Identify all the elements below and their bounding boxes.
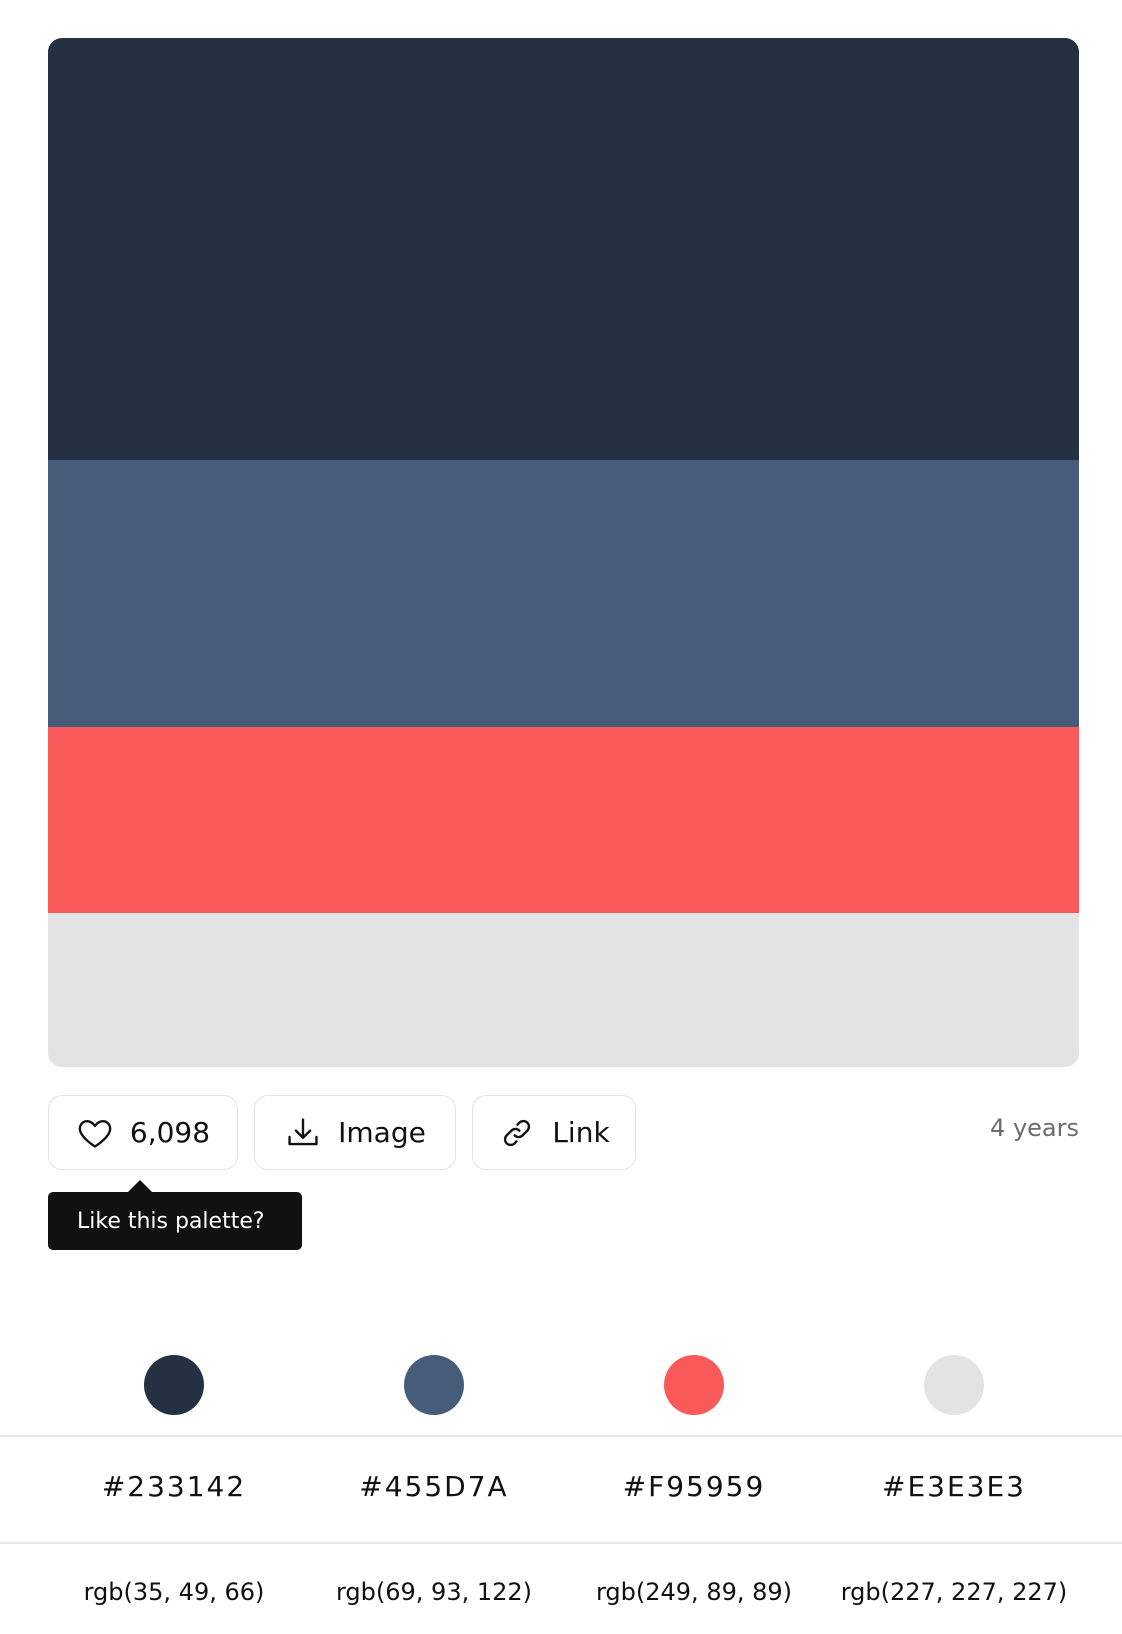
rgb-code[interactable]: rgb(35, 49, 66) bbox=[44, 1578, 304, 1606]
palette-age: 4 years bbox=[990, 1114, 1079, 1142]
copy-link-label: Link bbox=[552, 1116, 610, 1149]
download-image-button[interactable]: Image bbox=[254, 1095, 456, 1170]
heart-icon bbox=[76, 1114, 114, 1152]
download-icon bbox=[284, 1114, 322, 1152]
like-button[interactable]: 6,098 bbox=[48, 1095, 238, 1170]
copy-link-button[interactable]: Link bbox=[472, 1095, 636, 1170]
color-dot[interactable] bbox=[404, 1355, 464, 1415]
palette-swatch[interactable] bbox=[48, 38, 1079, 460]
color-dot[interactable] bbox=[664, 1355, 724, 1415]
like-tooltip-text: Like this palette? bbox=[77, 1208, 265, 1234]
hex-code[interactable]: #455D7A bbox=[304, 1470, 564, 1503]
palette-swatch[interactable] bbox=[48, 913, 1079, 1067]
hex-code[interactable]: #233142 bbox=[44, 1470, 304, 1503]
like-tooltip: Like this palette? bbox=[48, 1180, 302, 1250]
link-icon bbox=[498, 1114, 536, 1152]
hex-code[interactable]: #F95959 bbox=[564, 1470, 824, 1503]
color-dot[interactable] bbox=[144, 1355, 204, 1415]
palette-preview bbox=[48, 38, 1079, 1067]
rgb-code[interactable]: rgb(227, 227, 227) bbox=[824, 1578, 1084, 1606]
rgb-code[interactable]: rgb(69, 93, 122) bbox=[304, 1578, 564, 1606]
palette-swatch[interactable] bbox=[48, 460, 1079, 727]
palette-swatch[interactable] bbox=[48, 727, 1079, 913]
download-image-label: Image bbox=[338, 1116, 426, 1149]
rgb-code[interactable]: rgb(249, 89, 89) bbox=[564, 1578, 824, 1606]
divider bbox=[0, 1435, 1122, 1437]
hex-code[interactable]: #E3E3E3 bbox=[824, 1470, 1084, 1503]
color-dot[interactable] bbox=[924, 1355, 984, 1415]
divider bbox=[0, 1542, 1122, 1544]
like-count: 6,098 bbox=[129, 1116, 211, 1149]
